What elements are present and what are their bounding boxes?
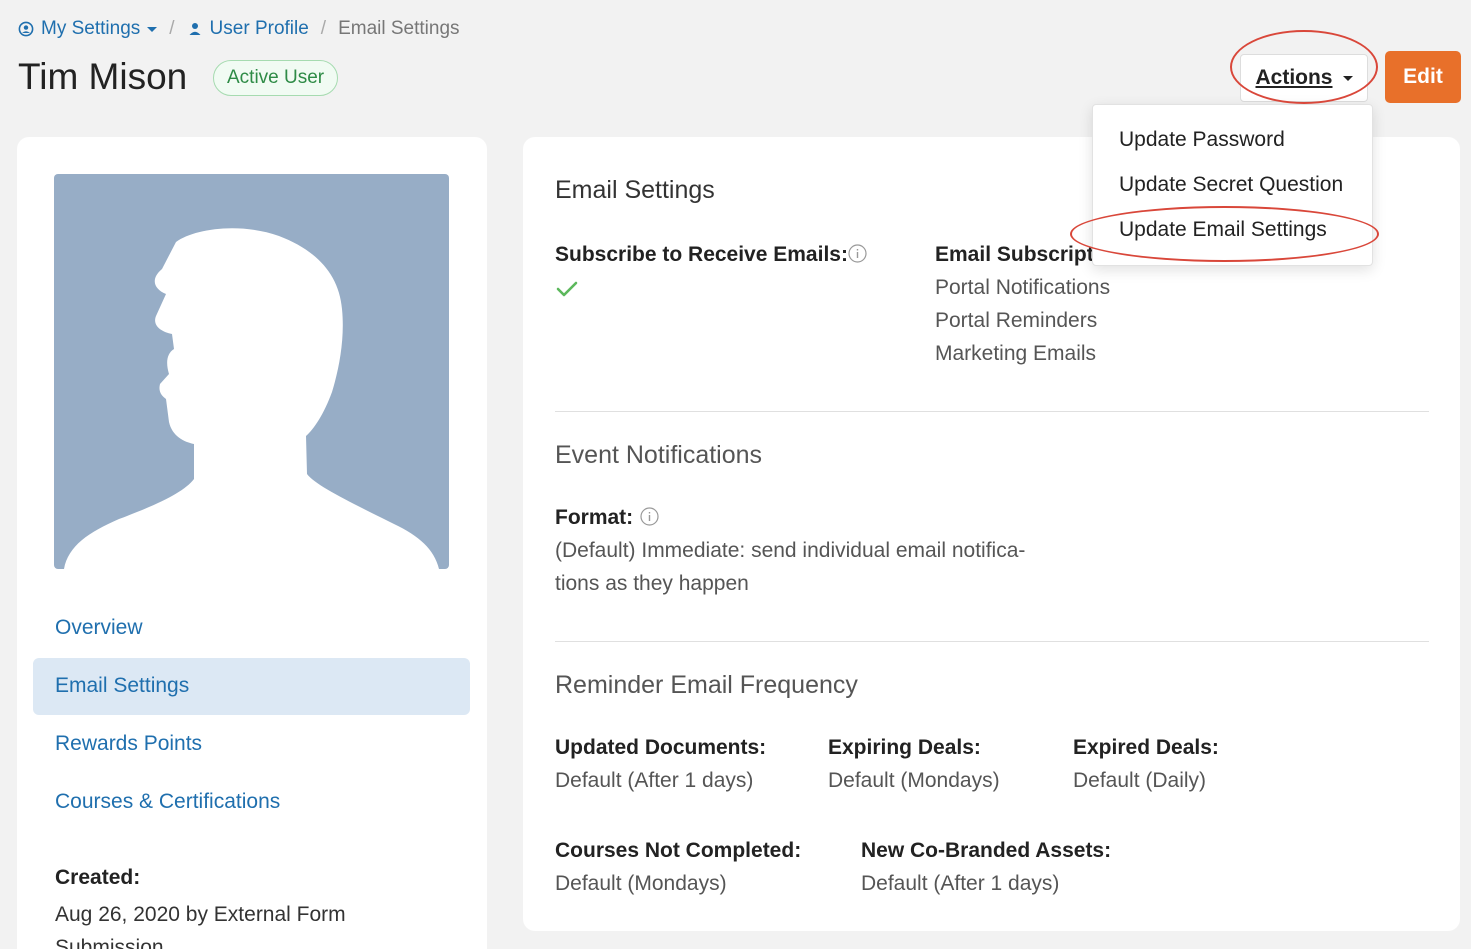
edit-button[interactable]: Edit xyxy=(1385,51,1461,103)
expired-deals-label: Expired Deals: xyxy=(1073,736,1219,759)
co-branded-assets-value: Default (After 1 days) xyxy=(861,872,1060,895)
breadcrumb-separator: / xyxy=(320,18,327,39)
breadcrumb-my-settings-label: My Settings xyxy=(41,18,141,39)
breadcrumb-my-settings[interactable]: My Settings xyxy=(18,18,158,40)
info-icon[interactable] xyxy=(640,507,659,526)
actions-button[interactable]: Actions xyxy=(1240,54,1368,102)
breadcrumb-separator: / xyxy=(169,18,175,39)
expiring-deals-label: Expiring Deals: xyxy=(828,736,981,759)
courses-not-completed-value: Default (Mondays) xyxy=(555,872,727,895)
menu-item-update-email-settings[interactable]: Update Email Settings xyxy=(1119,218,1327,242)
actions-button-label: Actions xyxy=(1255,66,1333,89)
subscription-item: Marketing Emails xyxy=(935,342,1097,365)
sidebar-item-email-settings[interactable]: Email Settings xyxy=(55,674,189,698)
subscription-item: Portal Notifications xyxy=(935,276,1111,299)
sidebar-item-rewards-points[interactable]: Rewards Points xyxy=(55,732,202,756)
divider xyxy=(555,641,1429,642)
format-value-line-2: tions as they happen xyxy=(555,572,749,595)
format-value-line-1: (Default) Immediate: send individual ema… xyxy=(555,539,1026,562)
menu-item-update-secret-question[interactable]: Update Secret Question xyxy=(1119,173,1343,197)
breadcrumb-current: Email Settings xyxy=(338,18,460,39)
updated-documents-label: Updated Documents: xyxy=(555,736,767,759)
avatar xyxy=(54,174,449,569)
subscribe-label: Subscribe to Receive Emails: xyxy=(555,243,848,266)
breadcrumb-user-profile-label: User Profile xyxy=(209,18,309,39)
status-badge: Active User xyxy=(213,60,339,96)
subscription-item: Portal Reminders xyxy=(935,309,1098,332)
chevron-down-icon xyxy=(1342,75,1353,81)
co-branded-assets-label: New Co-Branded Assets: xyxy=(861,839,1112,862)
created-label: Created: xyxy=(55,866,141,889)
divider xyxy=(555,411,1429,412)
user-icon xyxy=(189,23,201,35)
email-subscriptions-label: Email Subscripti xyxy=(935,243,1100,266)
info-icon[interactable] xyxy=(848,244,867,263)
breadcrumb: My Settings / User Profile / Email Setti… xyxy=(18,18,460,40)
actions-dropdown-menu: Update Password Update Secret Question U… xyxy=(1092,104,1373,266)
expired-deals-value: Default (Daily) xyxy=(1073,769,1207,792)
email-settings-title: Email Settings xyxy=(555,176,715,204)
event-notifications-title: Event Notifications xyxy=(555,441,763,469)
sidebar-item-courses-certifications[interactable]: Courses & Certifications xyxy=(55,790,280,814)
format-label: Format: xyxy=(555,506,634,529)
expiring-deals-value: Default (Mondays) xyxy=(828,769,1000,792)
breadcrumb-user-profile[interactable]: User Profile xyxy=(187,18,309,40)
user-silhouette-icon xyxy=(64,228,439,569)
courses-not-completed-label: Courses Not Completed: xyxy=(555,839,802,862)
reminder-frequency-title: Reminder Email Frequency xyxy=(555,671,858,699)
updated-documents-value: Default (After 1 days) xyxy=(555,769,754,792)
user-circle-icon xyxy=(18,21,34,37)
created-value: Aug 26, 2020 by External Form Submission xyxy=(55,903,346,949)
menu-item-update-password[interactable]: Update Password xyxy=(1119,128,1285,152)
page-title: Tim Mison xyxy=(18,56,188,97)
chevron-down-icon xyxy=(147,26,158,32)
sidebar-item-overview[interactable]: Overview xyxy=(55,616,143,640)
check-icon xyxy=(556,281,578,297)
